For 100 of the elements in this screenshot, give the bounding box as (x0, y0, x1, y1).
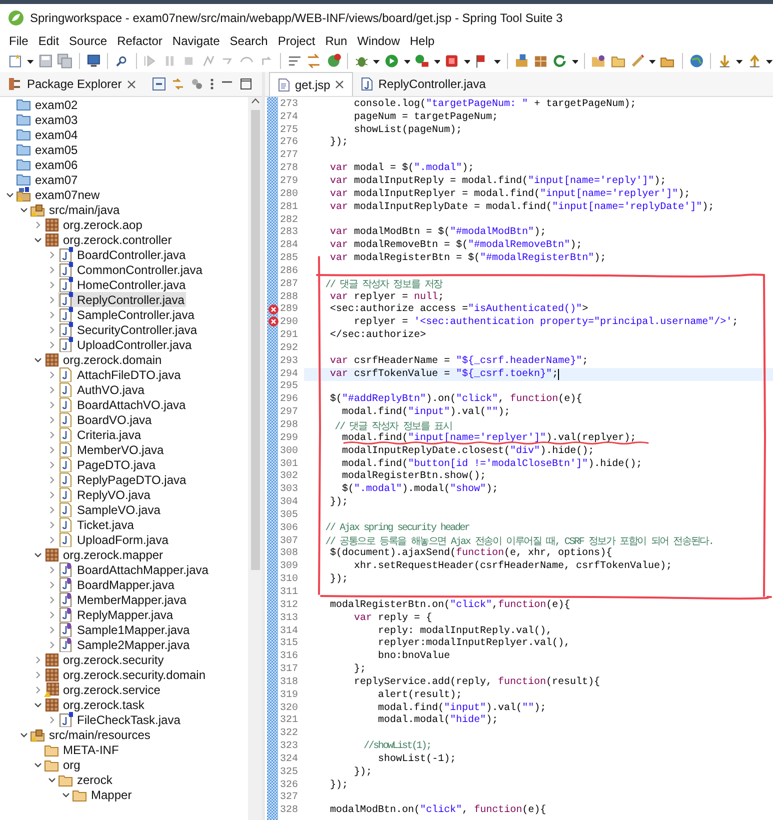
close-icon[interactable] (126, 80, 136, 88)
java-file-icon (58, 502, 73, 517)
tree-item[interactable]: SecurityController.java (58, 322, 200, 337)
globe-icon[interactable] (688, 53, 704, 69)
menu-item[interactable]: Source (64, 34, 112, 48)
code-line: }); (329, 497, 348, 508)
tree-item[interactable]: exam07 (16, 172, 80, 187)
menu-item[interactable]: Edit (33, 34, 64, 48)
menu-item[interactable]: Search (224, 34, 273, 48)
external-tool-icon[interactable] (414, 53, 430, 69)
maximize-icon[interactable] (239, 77, 253, 91)
stop-server-icon[interactable] (444, 53, 460, 69)
tree-item[interactable]: CommonController.java (58, 262, 204, 277)
tree-item[interactable]: ReplyController.java (58, 292, 186, 307)
filter-icon[interactable] (190, 77, 204, 91)
tree-item[interactable]: BoardController.java (58, 247, 188, 262)
tree-item[interactable]: UploadController.java (58, 337, 194, 352)
tree-item[interactable]: org.zerock.task (44, 697, 146, 712)
tree-item[interactable]: ReplyMapper.java (58, 607, 176, 622)
skip-icon[interactable] (142, 53, 158, 69)
menu-item[interactable]: File (4, 34, 34, 48)
tree-item[interactable]: PageDTO.java (58, 457, 158, 472)
menu-item[interactable]: Refactor (112, 34, 168, 48)
monitor-icon[interactable] (86, 53, 102, 69)
tree-item[interactable]: exam07new (16, 187, 102, 202)
tree-item[interactable]: BoardAttachMapper.java (58, 562, 210, 577)
close-icon[interactable] (335, 80, 344, 89)
tree-item[interactable]: zerock (58, 772, 114, 787)
transform-icon[interactable] (306, 53, 322, 69)
spring-badge-icon[interactable] (326, 53, 342, 69)
refresh-icon[interactable] (552, 53, 568, 69)
view-menu-icon[interactable] (209, 77, 215, 91)
tree-item[interactable]: org.zerock.security.domain (44, 667, 208, 682)
run-icon[interactable] (384, 53, 400, 69)
code-line: }); (329, 780, 348, 791)
tree-item[interactable]: BoardVO.java (58, 412, 154, 427)
scroll-up-icon[interactable] (250, 97, 260, 106)
menu-item[interactable]: Navigate (167, 34, 225, 48)
line-number: 309 (279, 561, 300, 572)
tree-item[interactable]: org.zerock.aop (44, 217, 144, 232)
menu-item[interactable]: Help (404, 34, 440, 48)
tree-item[interactable]: org.zerock.mapper (44, 547, 166, 562)
tree-item[interactable]: FileCheckTask.java (58, 712, 182, 727)
error-icon[interactable] (268, 316, 279, 328)
tree-item[interactable]: exam06 (16, 157, 80, 172)
tree-item[interactable]: Ticket.java (58, 517, 136, 532)
tree-item[interactable]: Sample2Mapper.java (58, 637, 192, 652)
tree-item[interactable]: MemberMapper.java (58, 592, 188, 607)
menu-item[interactable]: Run (320, 34, 352, 48)
line-number: 317 (279, 664, 300, 676)
tree-item[interactable]: HomeController.java (58, 277, 188, 292)
tree-item[interactable]: src/main/resources (30, 727, 152, 742)
tree-item[interactable]: exam05 (16, 142, 80, 157)
java-file-icon (58, 472, 73, 487)
open-type-icon[interactable] (514, 53, 529, 69)
tree-item[interactable]: SampleVO.java (58, 502, 162, 517)
tree-item[interactable]: SampleController.java (58, 307, 196, 322)
tree-item[interactable]: org (44, 757, 82, 772)
tree-item[interactable]: ReplyVO.java (58, 487, 152, 502)
tree-item[interactable]: BoardAttachVO.java (58, 397, 188, 412)
tree-item[interactable]: exam02 (16, 97, 80, 112)
tree-item[interactable]: org.zerock.controller (44, 232, 174, 247)
scrollbar-thumb[interactable] (250, 110, 260, 570)
line-number: 306 (279, 522, 300, 534)
menu-item[interactable]: Window (352, 34, 405, 48)
link-icon[interactable] (171, 77, 185, 91)
tree-item[interactable]: src/main/java (30, 202, 122, 217)
new-file-icon[interactable] (8, 53, 24, 69)
java-file-icon (58, 397, 73, 412)
tree-item[interactable]: META-INF (44, 742, 121, 757)
code-line: alert(result); (377, 690, 462, 701)
package-explorer-icon (8, 77, 22, 91)
tree-item[interactable]: AttachFileDTO.java (58, 367, 183, 382)
scrollbar[interactable] (248, 97, 262, 820)
tree-item[interactable]: Mapper (72, 787, 134, 802)
tree-item[interactable]: org.zerock.security (44, 652, 166, 667)
disconnect-icon[interactable] (200, 53, 216, 69)
collapse-all-icon[interactable] (152, 77, 166, 91)
code-line: }); (353, 766, 372, 778)
tree-item[interactable]: ReplyPageDTO.java (58, 472, 188, 487)
tree-item[interactable]: org.zerock.domain (44, 352, 164, 367)
open-folder-icon[interactable] (591, 53, 607, 69)
tree-item[interactable]: AuthVO.java (58, 382, 146, 397)
tree-item[interactable]: Criteria.java (58, 427, 144, 442)
open-package-icon[interactable] (532, 53, 548, 69)
error-icon[interactable] (268, 304, 279, 314)
editor-tab[interactable]: ReplyController.java (353, 72, 494, 96)
tree-item[interactable]: BoardMapper.java (58, 577, 176, 592)
tree-item[interactable]: exam03 (16, 112, 80, 127)
tree-item[interactable]: org.zerock.service (44, 682, 162, 697)
tree-item[interactable]: Sample1Mapper.java (58, 622, 192, 637)
tree-item[interactable]: exam04 (16, 127, 80, 142)
tree-item[interactable]: UploadForm.java (58, 532, 170, 547)
tree-item[interactable]: MemberVO.java (58, 442, 166, 457)
save-all-icon[interactable] (57, 53, 73, 69)
menu-item[interactable]: Project (272, 34, 320, 48)
line-number: 302 (279, 471, 300, 482)
project-folder-icon (16, 157, 31, 172)
line-number: 326 (279, 780, 300, 791)
editor-tab[interactable]: get.jsp (269, 72, 354, 96)
